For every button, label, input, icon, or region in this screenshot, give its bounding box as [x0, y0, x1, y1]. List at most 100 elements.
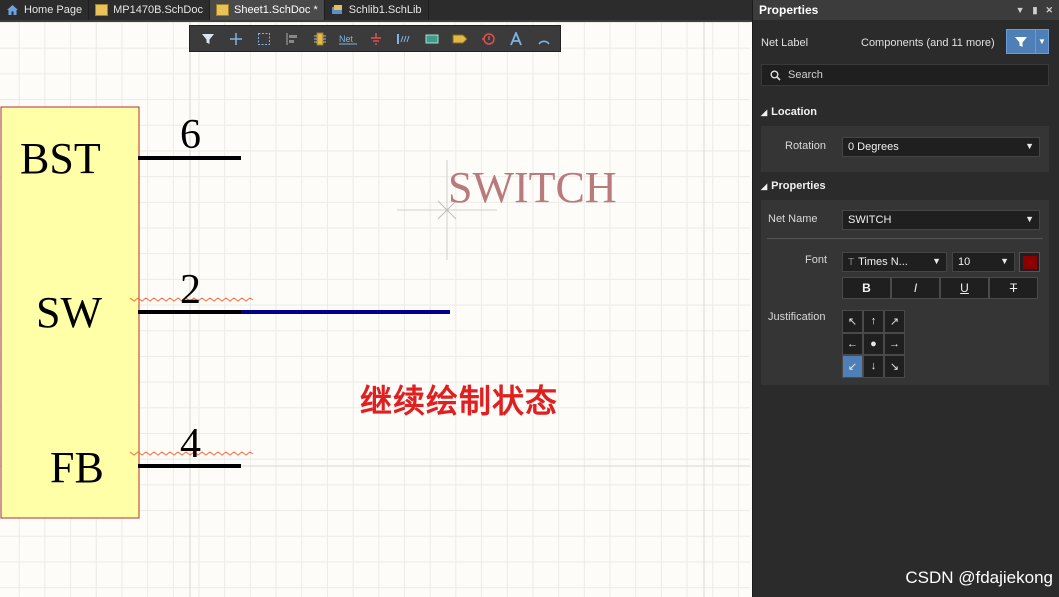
font-size-value: 10	[958, 256, 971, 268]
collapse-triangle-icon: ◢	[761, 181, 768, 191]
pin-number-fb: 4	[180, 421, 201, 467]
text-icon	[510, 31, 522, 45]
justify-middle-left-button[interactable]: ←	[842, 332, 863, 356]
pin-name-fb: FB	[50, 443, 104, 492]
pin-number-sw: 2	[180, 267, 201, 313]
location-section-header[interactable]: ◢ Location	[761, 106, 817, 118]
port-icon	[452, 34, 468, 43]
tab-label: Home Page	[24, 4, 83, 16]
close-icon[interactable]: ✕	[1045, 5, 1053, 16]
section-label: Location	[771, 106, 817, 118]
justify-middle-right-button[interactable]: →	[884, 332, 905, 356]
chevron-down-icon: ▼	[1025, 214, 1034, 224]
cross-tool-button[interactable]	[222, 28, 250, 50]
filter-icon	[1015, 36, 1027, 47]
font-type-icon: T	[848, 256, 855, 268]
justify-center-button[interactable]: ●	[863, 332, 884, 356]
justify-top-right-button[interactable]: ↗	[884, 310, 905, 333]
ground-tool-button[interactable]	[362, 28, 390, 50]
schematic-canvas[interactable]: BST SW FB 6 2 4 SWITCH	[0, 22, 750, 597]
text-tool-button[interactable]	[502, 28, 530, 50]
justification-grid: ↖ ↑ ↗ ← ● → ↙ ↓ ↘	[842, 310, 905, 378]
search-input[interactable]: Search	[761, 64, 1049, 86]
bus-icon	[397, 33, 410, 44]
arc-tool-button[interactable]	[530, 28, 558, 50]
tab-label: Schlib1.SchLib	[348, 4, 422, 16]
font-family-select[interactable]: T Times N... ▼	[842, 252, 947, 272]
justify-bottom-left-button[interactable]: ↙	[842, 355, 863, 378]
panel-menu-icon[interactable]: ▼	[1016, 5, 1025, 16]
net-name-select[interactable]: SWITCH ▼	[842, 210, 1040, 230]
net-label-text: Net	[339, 34, 354, 44]
strikethrough-button[interactable]: T	[989, 277, 1038, 299]
chevron-down-icon: ▼	[1038, 37, 1046, 46]
properties-panel: Properties ▼ ▮ ✕ Net Label Components (a…	[752, 0, 1059, 597]
align-icon	[286, 32, 297, 45]
tab-home-page[interactable]: Home Page	[0, 0, 90, 20]
schdoc-icon	[215, 4, 229, 16]
tab-label: Sheet1.SchDoc *	[233, 4, 318, 16]
rotation-select[interactable]: 0 Degrees ▼	[842, 137, 1040, 157]
font-color-swatch	[1022, 255, 1037, 269]
pin-icon[interactable]: ▮	[1033, 5, 1038, 16]
port-tool-button[interactable]	[446, 28, 474, 50]
net-name-value: SWITCH	[848, 214, 892, 226]
active-bar-toolbar: Net	[189, 25, 561, 52]
filter-tool-button[interactable]	[194, 28, 222, 50]
justify-bottom-right-button[interactable]: ↘	[884, 355, 905, 378]
tab-schlib1-schlib[interactable]: Schlib1.SchLib	[325, 0, 429, 20]
rotation-value: 0 Degrees	[848, 141, 899, 153]
justify-bottom-center-button[interactable]: ↓	[863, 355, 884, 378]
watermark: CSDN @fdajiekong	[905, 568, 1053, 587]
status-annotation: 继续绘制状态	[360, 382, 559, 420]
properties-section-header[interactable]: ◢ Properties	[761, 180, 826, 192]
floating-net-label[interactable]: SWITCH	[448, 163, 617, 212]
harness-tool-button[interactable]	[474, 28, 502, 50]
net-label-icon: Net	[339, 34, 357, 44]
collapse-triangle-icon: ◢	[761, 107, 768, 117]
tab-label: MP1470B.SchDoc	[113, 4, 203, 16]
justify-top-center-button[interactable]: ↑	[863, 310, 884, 333]
bus-tool-button[interactable]	[390, 28, 418, 50]
bold-button[interactable]: B	[842, 277, 891, 299]
underline-button[interactable]: U	[940, 277, 989, 299]
font-family-value: Times N...	[858, 256, 908, 268]
net-name-label: Net Name	[768, 213, 818, 225]
align-tool-button[interactable]	[278, 28, 306, 50]
net-label-tool-button[interactable]: Net	[334, 28, 362, 50]
cross-icon	[230, 32, 242, 45]
tab-sheet1-schdoc[interactable]: Sheet1.SchDoc *	[209, 0, 325, 20]
filter-icon	[202, 33, 214, 44]
italic-button[interactable]: I	[891, 277, 940, 299]
chevron-down-icon: ▼	[1000, 256, 1009, 266]
select-rect-icon	[258, 32, 270, 45]
font-color-picker[interactable]	[1019, 252, 1040, 272]
font-label: Font	[805, 254, 828, 266]
filter-button[interactable]	[1006, 29, 1036, 54]
component-tool-button[interactable]	[418, 28, 446, 50]
pin-name-sw: SW	[36, 288, 102, 337]
document-tab-bar: Home Page MP1470B.SchDoc Sheet1.SchDoc *…	[0, 0, 752, 22]
search-icon	[770, 70, 781, 81]
schematic-drawing: BST SW FB 6 2 4 SWITCH	[0, 22, 750, 597]
filter-summary: Components (and 11 more)	[861, 37, 995, 49]
chevron-down-icon: ▼	[1025, 141, 1034, 151]
schlib-icon	[331, 5, 342, 14]
font-size-select[interactable]: 10 ▼	[952, 252, 1015, 272]
panel-title: Properties	[759, 3, 819, 17]
rotation-label: Rotation	[785, 140, 826, 152]
part-tool-button[interactable]	[306, 28, 334, 50]
ground-icon	[371, 32, 381, 45]
panel-header: Properties ▼ ▮ ✕	[753, 0, 1059, 20]
arc-icon	[538, 40, 550, 45]
location-section: Rotation 0 Degrees ▼	[761, 126, 1049, 172]
harness-icon	[482, 32, 495, 45]
select-rect-tool-button[interactable]	[250, 28, 278, 50]
part-icon	[314, 32, 326, 45]
tab-mp1470b-schdoc[interactable]: MP1470B.SchDoc	[89, 0, 210, 20]
component-icon	[425, 34, 439, 43]
justify-top-left-button[interactable]: ↖	[842, 310, 863, 333]
search-placeholder: Search	[788, 69, 823, 81]
pin-number-bst: 6	[180, 112, 201, 158]
filter-dropdown-button[interactable]: ▼	[1036, 29, 1049, 54]
